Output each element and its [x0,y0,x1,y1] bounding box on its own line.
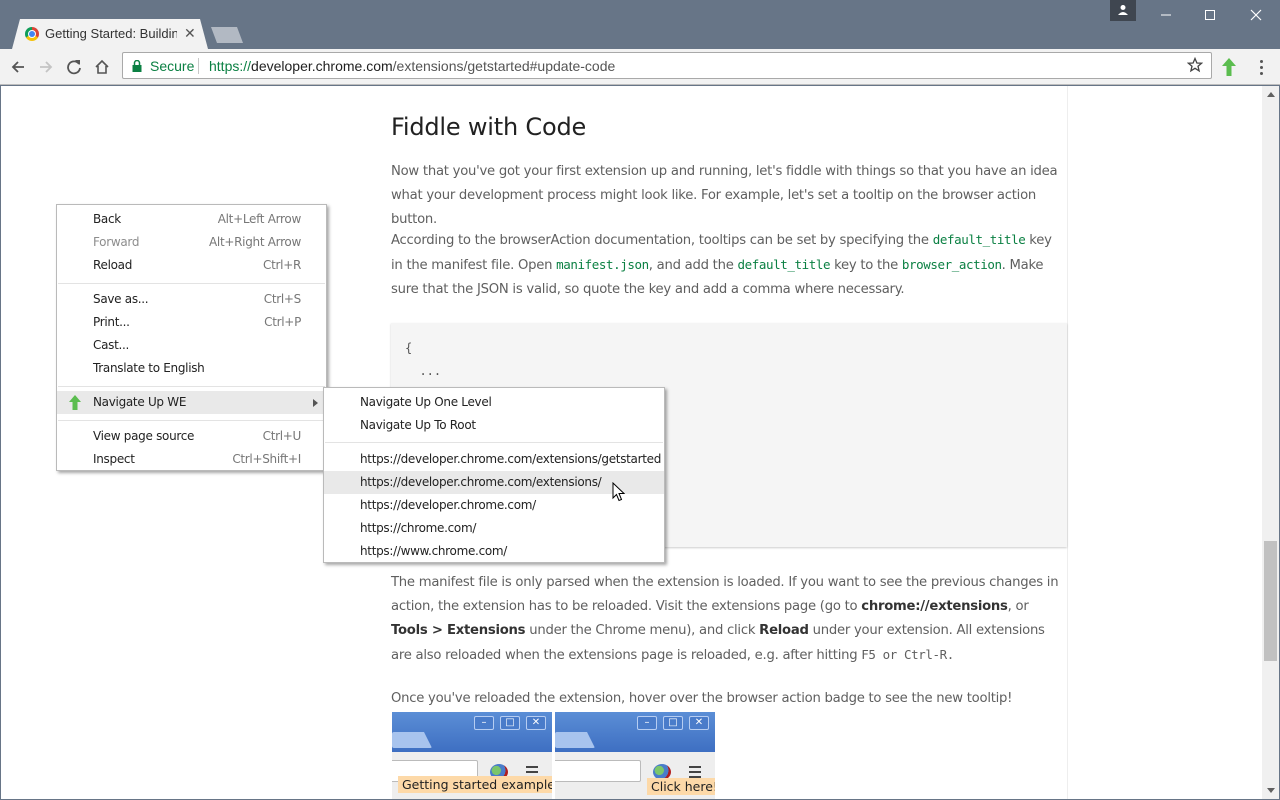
home-icon [95,59,109,74]
navigate-up-arrow-icon [1222,58,1236,76]
scroll-down-arrow-icon [1266,788,1275,793]
submenu-item-up-one-level[interactable]: Navigate Up One Level [324,391,664,414]
menu-item-inspect[interactable]: Inspect Ctrl+Shift+I [57,448,326,471]
tab-close-icon[interactable]: ✕ [184,25,196,42]
scrollbar-thumb[interactable] [1264,541,1277,661]
paragraph-intro: Now that you've got your first extension… [391,164,1058,227]
code-manifest-json: manifest.json [556,257,649,272]
submenu-item-url[interactable]: https://chrome.com/ [324,517,664,540]
chrome-menu-button[interactable] [1252,57,1270,77]
code-block-text: { ... [405,341,442,378]
submenu-item-url[interactable]: https://developer.chrome.com/extensions/… [324,448,664,471]
screenshot-tooltip-before: – □ ✕ Getting started example [392,712,552,799]
paragraph-reload: The manifest file is only parsed when th… [391,575,1059,663]
vertical-scrollbar[interactable] [1262,86,1279,799]
menu-item-back[interactable]: Back Alt+Left Arrow [57,208,326,231]
tooltip-label: Getting started example [398,776,552,793]
reload-button[interactable] [63,56,85,78]
home-button[interactable] [91,56,113,78]
content-border [1067,86,1068,799]
bold-tools-extensions: Tools > Extensions [391,623,526,638]
minimize-icon [1161,14,1171,16]
menu-separator [58,283,325,284]
url-host: developer.chrome.com [251,58,393,74]
code-shortcuts: F5 or Ctrl-R. [861,647,954,662]
profile-button[interactable] [1110,0,1136,21]
bold-chrome-extensions: chrome://extensions [861,599,1008,614]
forward-button[interactable] [35,56,57,78]
screenshot-tooltip-after: – □ ✕ Click here! [555,712,715,799]
close-icon [1250,9,1262,21]
url-text[interactable]: https://developer.chrome.com/extensions/… [209,58,615,74]
browser-window: Getting Started: Building ✕ Secure https… [0,0,1280,800]
submenu-arrow-icon [313,399,318,407]
paragraph-tooltip: According to the browserAction documenta… [391,232,1052,297]
back-arrow-icon [11,61,24,73]
mouse-cursor-icon [612,482,625,502]
bold-reload: Reload [759,623,809,638]
menu-item-save-as[interactable]: Save as... Ctrl+S [57,288,326,311]
paragraph-hover: Once you've reloaded the extension, hove… [391,691,1013,706]
code-browser-action: browser_action [901,257,1002,272]
menu-item-cast[interactable]: Cast... [57,334,326,357]
menu-item-reload[interactable]: Reload Ctrl+R [57,254,326,277]
forward-arrow-icon [40,61,53,73]
url-path: /extensions/getstarted#update-code [392,58,616,74]
minimize-button[interactable] [1146,2,1186,28]
reload-icon [67,60,81,75]
context-menu: Back Alt+Left Arrow Forward Alt+Right Arro… [56,204,327,471]
scroll-up-arrow-icon [1266,92,1275,97]
menu-separator [58,386,325,387]
tab-active[interactable]: Getting Started: Building ✕ [12,19,208,49]
omnibox-separator [198,58,199,74]
scroll-down-button[interactable] [1262,782,1279,799]
submenu-item-url[interactable]: https://www.chrome.com/ [324,540,664,563]
maximize-button[interactable] [1190,2,1230,28]
url-scheme: https:// [209,58,252,74]
lock-icon [132,60,142,72]
submenu-item-up-to-root[interactable]: Navigate Up To Root [324,414,664,437]
tab-title: Getting Started: Building [45,26,177,41]
menu-separator [58,420,325,421]
address-bar[interactable]: Secure https://developer.chrome.com/exte… [122,52,1212,79]
navigate-up-extension-button[interactable] [1219,56,1239,78]
back-button[interactable] [7,56,29,78]
menu-separator [325,442,663,443]
new-tab-button[interactable] [211,27,243,43]
person-icon [1118,5,1128,15]
menu-item-translate[interactable]: Translate to English [57,357,326,380]
navigate-up-submenu: Navigate Up One Level Navigate Up To Roo… [323,387,665,563]
navigate-up-arrow-icon [69,395,81,410]
bookmark-star-icon[interactable] [1187,57,1203,73]
tooltip-label: Click here! [647,778,715,795]
menu-item-forward: Forward Alt+Right Arrow [93,235,301,249]
menu-item-print[interactable]: Print... Ctrl+P [57,311,326,334]
scroll-up-button[interactable] [1262,86,1279,103]
chrome-favicon-icon [25,27,39,41]
secure-label: Secure [150,58,195,74]
window-close-button[interactable] [1236,2,1276,28]
maximize-icon [1205,10,1215,20]
code-default-title: default_title [737,257,831,272]
menu-item-view-source[interactable]: View page source Ctrl+U [57,425,326,448]
code-default-title: default_title [932,232,1026,247]
toolbar: Secure https://developer.chrome.com/exte… [0,49,1280,85]
page-heading: Fiddle with Code [391,113,587,141]
menu-item-navigate-up-we[interactable]: Navigate Up WE [57,391,326,414]
